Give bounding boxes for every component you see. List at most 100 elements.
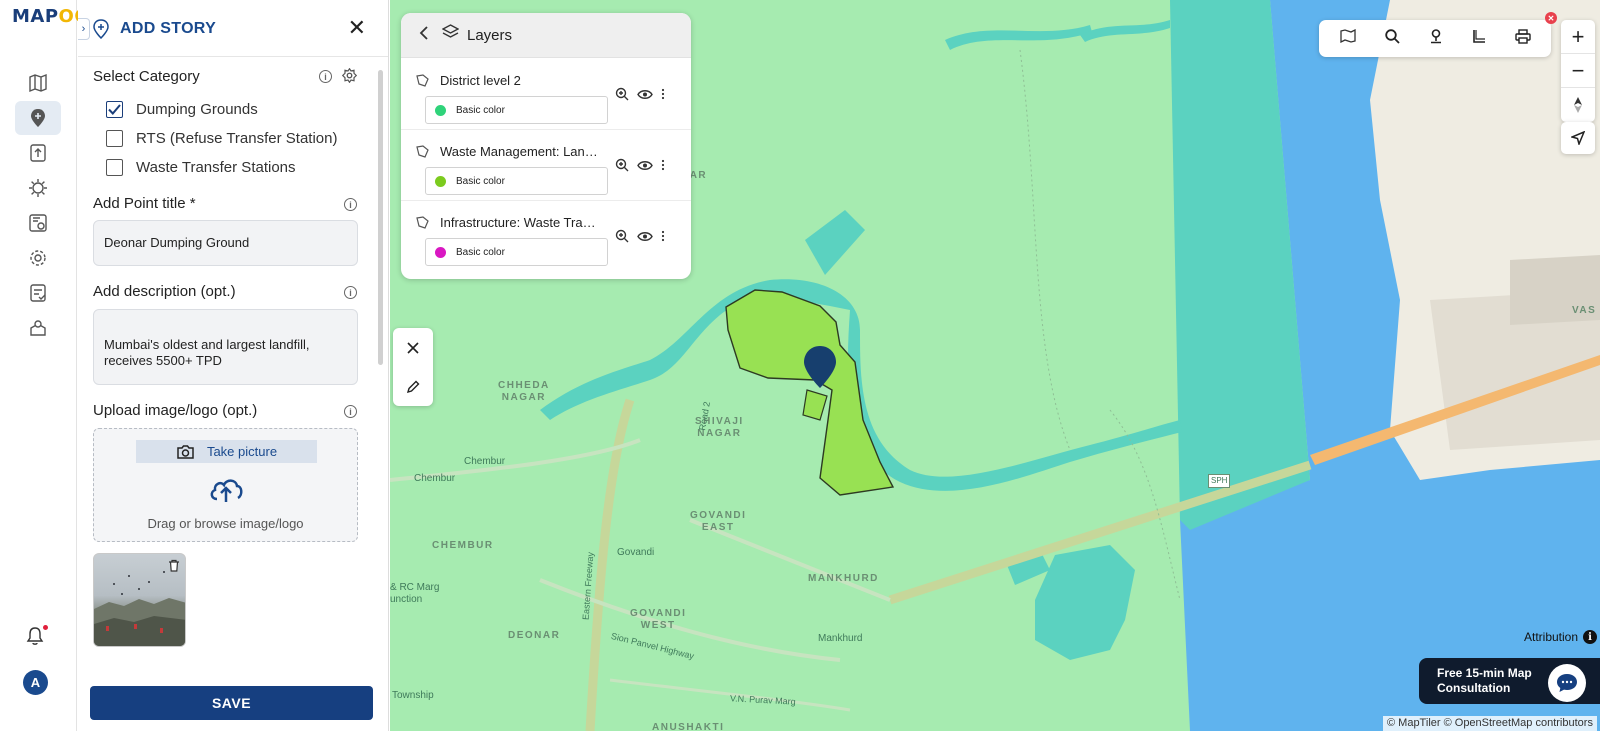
print-icon[interactable]	[1514, 28, 1531, 49]
color-swatch	[435, 104, 446, 116]
attribution-label: Attribution	[1524, 630, 1579, 644]
zoom-to-layer-icon[interactable]	[615, 229, 629, 243]
settings-icon[interactable]	[15, 241, 61, 275]
checkbox[interactable]	[106, 159, 123, 176]
user-avatar[interactable]: A	[23, 670, 48, 695]
camera-icon	[177, 444, 194, 459]
map-label: MANKHURD	[808, 573, 879, 584]
layers-title: Layers	[467, 26, 513, 44]
category-label: Dumping Grounds	[136, 101, 258, 118]
zoom-to-layer-icon[interactable]	[615, 87, 629, 101]
info-icon[interactable]: i	[344, 286, 357, 299]
zoom-in-button[interactable]: +	[1561, 20, 1595, 54]
layer-row-district[interactable]: District level 2 Basic color	[401, 59, 691, 130]
measure-icon[interactable]	[1472, 29, 1486, 49]
zoom-out-button[interactable]: −	[1561, 54, 1595, 88]
upload-icon[interactable]	[15, 136, 61, 170]
notification-bell-icon[interactable]	[26, 626, 44, 651]
visibility-eye-icon[interactable]	[637, 231, 653, 242]
layer-row-waste-transfer[interactable]: Infrastructure: Waste Transfer Basic col…	[401, 201, 691, 272]
cancel-draw-icon[interactable]	[393, 328, 433, 367]
layer-name: Waste Management: Landfill	[440, 144, 600, 159]
polygon-layer-icon	[415, 216, 430, 234]
map-label: CHEMBUR	[432, 540, 494, 551]
category-settings-icon[interactable]	[341, 67, 358, 88]
map-label: Chembur	[464, 456, 506, 467]
layer-style-selector[interactable]: Basic color	[425, 167, 608, 195]
polygon-layer-icon	[415, 74, 430, 92]
locate-me-icon[interactable]	[1561, 122, 1595, 154]
layer-style-selector[interactable]: Basic color	[425, 238, 608, 266]
upload-dropzone[interactable]: Take picture Drag or browse image/logo	[93, 428, 358, 542]
info-icon[interactable]: i	[344, 405, 357, 418]
add-story-icon[interactable]	[15, 101, 61, 135]
take-picture-label: Take picture	[206, 444, 278, 459]
data-analysis-icon[interactable]	[15, 206, 61, 240]
layer-row-landfill[interactable]: Waste Management: Landfill Basic color	[401, 130, 691, 201]
compass-north-icon[interactable]	[1561, 88, 1595, 122]
collapse-panel-button[interactable]: ›	[78, 18, 90, 40]
visibility-eye-icon[interactable]	[637, 160, 653, 171]
report-icon[interactable]	[15, 276, 61, 310]
uploaded-image-thumbnail[interactable]	[93, 553, 186, 647]
info-icon[interactable]: i	[319, 70, 332, 83]
upload-label: Upload image/logo (opt.)	[93, 402, 258, 419]
notification-dot	[43, 625, 48, 630]
map-icon[interactable]	[15, 66, 61, 100]
color-label: Basic color	[456, 246, 505, 258]
category-rts[interactable]: RTS (Refuse Transfer Station)	[106, 130, 337, 147]
map-label: GOVANDI EAST	[690, 510, 747, 533]
map-label: DEONAR	[508, 630, 561, 641]
color-swatch	[435, 246, 446, 258]
category-waste-transfer-stations[interactable]: Waste Transfer Stations	[106, 159, 296, 176]
drag-browse-text: Drag or browse image/logo	[147, 516, 304, 531]
take-picture-button[interactable]: Take picture	[136, 440, 317, 463]
layers-stack-icon	[441, 24, 460, 46]
checkbox[interactable]	[106, 130, 123, 147]
back-chevron-icon[interactable]	[419, 25, 428, 45]
point-title-label: Add Point title *	[93, 195, 196, 212]
save-button[interactable]: SAVE	[90, 686, 373, 720]
draw-tools	[393, 328, 433, 406]
close-icon[interactable]: ✕	[348, 17, 366, 39]
description-label: Add description (opt.)	[93, 283, 236, 300]
map-label: CHHEDA NAGAR	[498, 380, 550, 403]
map-label: ANUSHAKTI	[652, 722, 725, 731]
process-icon[interactable]	[15, 171, 61, 205]
zoom-controls: + −	[1561, 20, 1595, 122]
info-icon[interactable]: i	[344, 198, 357, 211]
visibility-eye-icon[interactable]	[637, 89, 653, 100]
map-label: SPH	[1208, 474, 1231, 488]
delete-image-icon[interactable]	[168, 559, 180, 577]
checkbox-checked[interactable]	[106, 101, 123, 118]
attribution-toggle[interactable]: Attribution i	[1524, 630, 1598, 644]
polygon-layer-icon	[415, 145, 430, 163]
zoom-to-layer-icon[interactable]	[615, 158, 629, 172]
location-pin-icon[interactable]	[1429, 28, 1443, 49]
layers-panel: Layers District level 2 Basic color Wast…	[401, 13, 691, 279]
category-label: RTS (Refuse Transfer Station)	[136, 130, 338, 147]
more-options-icon[interactable]	[661, 159, 665, 171]
category-dumping-grounds[interactable]: Dumping Grounds	[106, 101, 258, 118]
map-label: Mankhurd	[818, 633, 863, 644]
description-textarea[interactable]: Mumbai's oldest and largest landfill, re…	[93, 309, 358, 385]
close-toolbar-icon[interactable]: ✕	[1545, 12, 1557, 24]
panel-header: › ADD STORY ✕	[78, 0, 388, 57]
chat-bubble-icon[interactable]	[1548, 664, 1586, 702]
map-label: & RC Marg unction	[390, 582, 440, 605]
layer-style-selector[interactable]: Basic color	[425, 96, 608, 124]
more-options-icon[interactable]	[661, 230, 665, 242]
map-label: VAS	[1572, 305, 1597, 316]
edit-pencil-icon[interactable]	[393, 367, 433, 406]
panel-title: ADD STORY	[120, 20, 217, 37]
point-title-input[interactable]: Deonar Dumping Ground	[93, 220, 358, 266]
location-share-icon[interactable]	[15, 311, 61, 345]
map-canvas[interactable]: CHHEDA NAGAR SHIVAJI NAGAR GOVANDI EAST …	[390, 0, 1600, 731]
search-icon[interactable]	[1384, 28, 1400, 49]
map-label: Govandi	[617, 547, 655, 558]
map-toolbar	[1319, 20, 1551, 57]
more-options-icon[interactable]	[661, 88, 665, 100]
map-gallery-icon[interactable]	[1339, 28, 1356, 48]
panel-scrollbar[interactable]	[378, 70, 383, 365]
map-label: GOVANDI WEST	[630, 608, 687, 631]
